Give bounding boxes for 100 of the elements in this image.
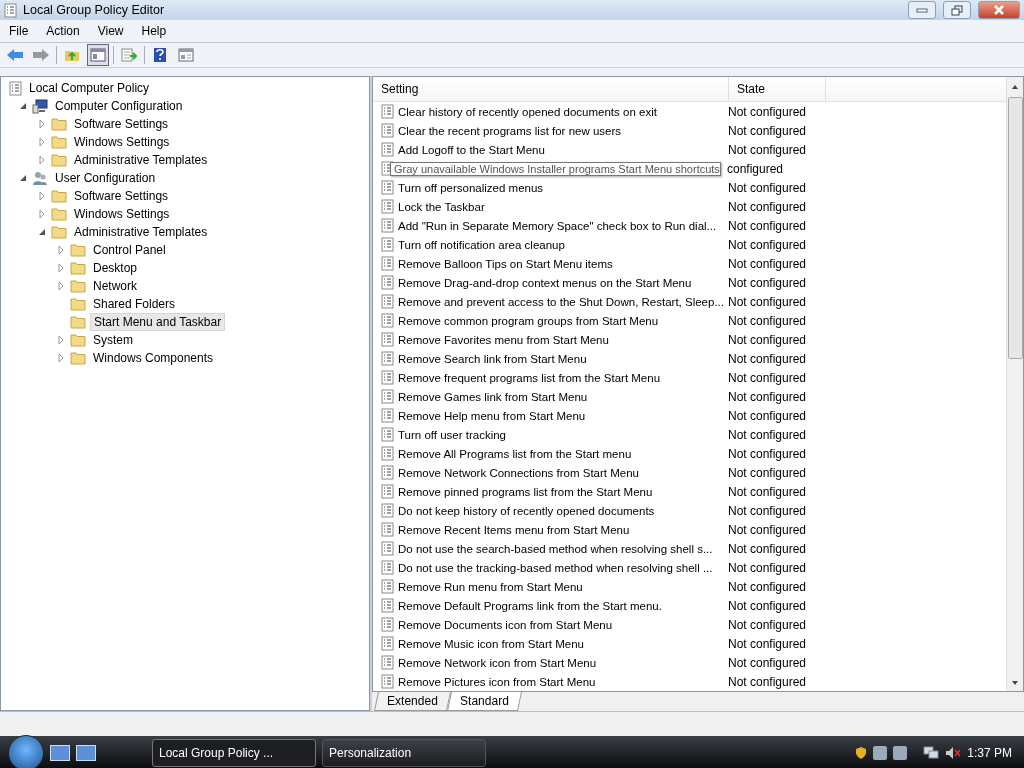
taskbar-button[interactable]: Local Group Policy ... [152,738,316,767]
column-header[interactable]: Setting [373,77,729,101]
tree-item[interactable]: Windows Settings [71,134,173,150]
folder-icon [70,333,86,347]
setting-name[interactable]: Clear history of recently opened documents on exit [398,105,657,118]
collapsed-arrow-icon[interactable] [38,210,46,218]
setting-name[interactable]: Remove Balloon Tips on Start Menu items [398,257,613,270]
menu-item[interactable]: View [88,24,133,38]
setting-name[interactable]: Lock the Taskbar [398,200,485,213]
setting-name[interactable]: Add Logoff to the Start Menu [398,143,545,156]
setting-name[interactable]: Remove common program groups from Start Menu [398,314,659,327]
close-icon [993,5,1005,15]
collapsed-arrow-icon[interactable] [38,138,46,146]
view-tab[interactable]: Standard [446,692,522,711]
expanded-arrow-icon[interactable] [19,102,27,110]
close-button[interactable] [978,1,1020,19]
setting-name[interactable]: Turn off personalized menus [398,181,544,194]
collapsed-arrow-icon[interactable] [38,156,46,164]
tree-item[interactable]: Shared Folders [90,296,179,312]
setting-state: Not configured [727,332,807,347]
setting-icon [381,351,394,366]
scrollbar-thumb[interactable] [1007,97,1023,359]
tree-item[interactable]: Network [90,278,140,294]
menu-item[interactable]: File [0,24,38,38]
setting-state: Not configured [727,389,807,404]
setting-state: Not configured [727,503,807,518]
collapsed-arrow-icon[interactable] [38,192,46,200]
network-icon[interactable] [923,745,940,760]
setting-name[interactable]: Remove Network Connections from Start Menu [398,466,639,479]
setting-name[interactable]: Do not use the tracking-based method when resolving shell ... [398,561,713,574]
computer-icon [32,98,48,114]
column-header[interactable]: State [729,77,826,101]
tree-item[interactable]: Administrative Templates [71,224,211,240]
show-desktop-icon[interactable] [50,744,70,761]
expanded-arrow-icon[interactable] [19,174,27,182]
help-icon [153,47,167,63]
setting-name[interactable]: Do not use the search-based method when resolving shell s... [398,542,713,555]
collapsed-arrow-icon[interactable] [57,264,65,272]
setting-name[interactable]: Remove Search link from Start Menu [398,352,587,365]
setting-name[interactable]: Add "Run in Separate Memory Space" check box to Run dial... [398,219,717,232]
setting-name[interactable]: Remove frequent programs list from the Start Menu [398,371,661,384]
setting-name[interactable]: Do not keep history of recently opened documents [398,504,655,517]
setting-name[interactable]: Remove Help menu from Start Menu [398,409,586,422]
tree-item[interactable]: Computer Configuration [52,98,186,114]
collapsed-arrow-icon[interactable] [57,282,65,290]
folder-icon [51,225,67,239]
menu-item[interactable]: Action [37,24,89,38]
tray-icon[interactable] [893,745,908,760]
clock[interactable]: 1:37 PM [967,745,1012,760]
setting-name[interactable]: Remove Music icon from Start Menu [398,637,584,650]
setting-name[interactable]: Remove Recent Items menu from Start Menu [398,523,630,536]
tree-item[interactable]: Administrative Templates [71,152,211,168]
setting-state: Not configured [727,199,807,214]
start-button[interactable] [8,734,44,768]
tree-item[interactable]: Windows Settings [71,206,173,222]
tree-item[interactable]: Start Menu and Taskbar [90,313,226,331]
setting-name[interactable]: Clear the recent programs list for new users [398,124,622,137]
setting-name[interactable]: Remove Documents icon from Start Menu [398,618,613,631]
setting-icon [381,541,394,556]
expanded-arrow-icon[interactable] [38,228,46,236]
taskbar-button[interactable]: Personalization [322,738,486,767]
menu-item[interactable]: Help [132,24,176,38]
collapsed-arrow-icon[interactable] [38,120,46,128]
setting-name[interactable]: Remove Default Programs link from the Start menu. [398,599,662,612]
setting-state: Not configured [727,579,807,594]
setting-name[interactable]: Remove and prevent access to the Shut Down, Restart, Sleep... [398,295,724,308]
tree-item[interactable]: Windows Components [90,350,217,366]
setting-name[interactable]: Turn off notification area cleanup [398,238,565,251]
scroll-up-icon[interactable] [1011,83,1019,91]
restore-button[interactable] [943,1,971,19]
tree-item[interactable]: Control Panel [90,242,169,258]
collapsed-arrow-icon[interactable] [57,336,65,344]
collapsed-arrow-icon[interactable] [57,354,65,362]
window-switcher-icon[interactable] [76,744,96,761]
setting-name[interactable]: Remove Run menu from Start Menu [398,580,583,593]
tree-item[interactable]: Local Computer Policy [26,80,153,96]
setting-name[interactable]: Remove All Programs list from the Start menu [398,447,632,460]
tray-icon[interactable] [873,745,888,760]
setting-name[interactable]: Remove Favorites menu from Start Menu [398,333,609,346]
setting-name[interactable]: Remove Pictures icon from Start Menu [398,675,596,688]
scroll-down-icon[interactable] [1011,679,1019,687]
setting-name[interactable]: Remove Games link from Start Menu [398,390,588,403]
muted-speaker-icon[interactable] [945,745,962,760]
folder-icon [51,207,67,221]
collapsed-arrow-icon[interactable] [57,246,65,254]
setting-name[interactable]: Remove Drag-and-drop context menus on the Start Menu [398,276,692,289]
view-tab[interactable]: Extended [374,692,451,711]
tree-item[interactable]: Software Settings [71,116,172,132]
shield-icon[interactable] [855,745,868,760]
show-hide-tree-button[interactable] [87,44,109,66]
setting-name[interactable]: Turn off user tracking [398,428,507,441]
setting-name[interactable]: Remove pinned programs list from the Start Menu [398,485,653,498]
tree-item[interactable]: Desktop [90,260,141,276]
folder-icon [70,297,86,311]
setting-icon [381,408,394,423]
setting-name[interactable]: Remove Network icon from Start Menu [398,656,597,669]
setting-icon [381,218,394,233]
tree-item[interactable]: Software Settings [71,188,172,204]
tree-item[interactable]: User Configuration [52,170,159,186]
tree-item[interactable]: System [90,332,136,348]
